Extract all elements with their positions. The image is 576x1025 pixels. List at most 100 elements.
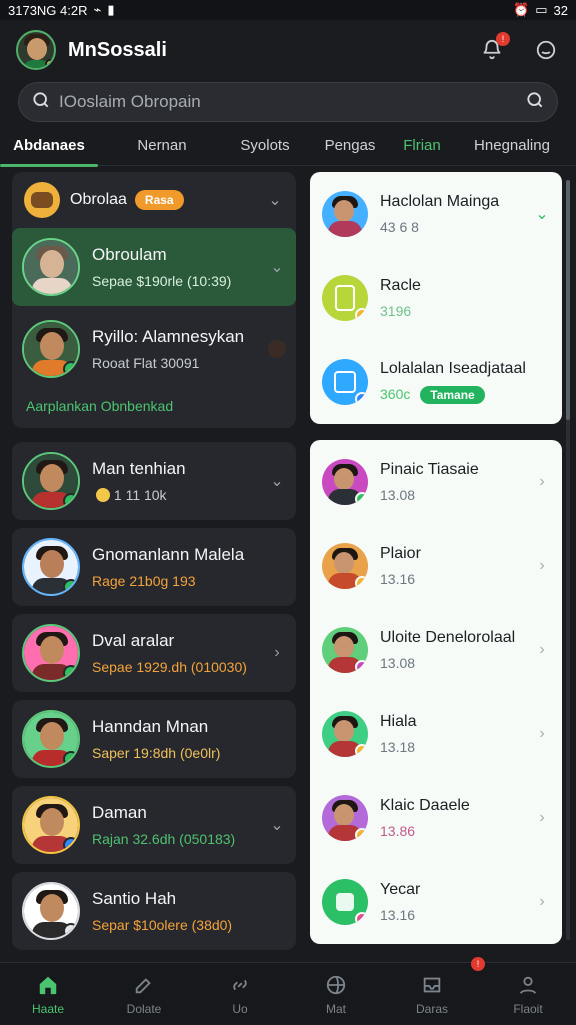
group-header[interactable]: Obrolaa Rasa ⌄ xyxy=(12,172,296,228)
nav-label: Uo xyxy=(232,1001,248,1016)
chevron-right-icon[interactable]: › xyxy=(534,893,550,910)
link-icon xyxy=(227,972,253,998)
nav-home[interactable]: Haate xyxy=(3,963,93,1025)
list-item-title: Pinaic Tiasaie xyxy=(380,461,479,478)
nav-edit[interactable]: Dolate xyxy=(99,963,189,1025)
signal-icon: ▮ xyxy=(107,2,115,17)
list-item-subtitle: Rooat Flat 30091 xyxy=(92,355,200,371)
status-left: 3173NG 4:2R ⌁ ▮ xyxy=(8,2,114,18)
chevron-down-icon[interactable]: ⌄ xyxy=(266,191,284,209)
list-item[interactable]: Hiala 13.18 › xyxy=(310,692,562,776)
nav-messages[interactable]: ! Daras xyxy=(387,956,485,1025)
list-item-text: Hanndan Mnan Saper 19:8dh (0e0lr) xyxy=(92,717,286,761)
list-item-subtitle: 3196 xyxy=(380,303,412,319)
check-icon: ✓ xyxy=(63,493,78,508)
scrollbar[interactable] xyxy=(566,180,570,940)
alarm-icon: ⏰ xyxy=(513,2,530,17)
tabs: Abdanaes Nernan Syolots Pengas Flrian Hn… xyxy=(0,126,576,167)
avatar xyxy=(322,459,368,505)
group-pill: Rasa xyxy=(134,190,184,210)
list-item-title: Plaior xyxy=(380,545,421,562)
app-avatar xyxy=(322,275,368,321)
search-right-icon[interactable] xyxy=(525,90,545,115)
chevron-right-icon[interactable]: › xyxy=(534,473,550,490)
bell-icon[interactable]: ! xyxy=(478,32,510,64)
chevron-right-icon[interactable]: › xyxy=(268,644,286,662)
tab-pengas[interactable]: Pengas xyxy=(304,126,396,166)
list-item-text: Racle 3196 xyxy=(380,277,550,319)
chevron-right-icon[interactable]: › xyxy=(534,809,550,826)
list-item[interactable]: Yecar 13.16 › xyxy=(310,860,562,944)
list-item-subtitle: Separ $10olere (38d0) xyxy=(92,917,233,933)
list-item[interactable]: Klaic Daaele 13.86 › xyxy=(310,776,562,860)
group-title-row: Obrolaa Rasa xyxy=(70,190,266,210)
list-item[interactable]: Racle 3196 xyxy=(310,256,562,340)
list-card: ✓ Gnomanlann Malela Rage 21b0g 193 xyxy=(12,528,296,606)
status-dot xyxy=(355,744,368,757)
top-bar: MnSossali ! xyxy=(0,22,576,78)
list-item[interactable]: Haclolan Mainga 43 6 8 ⌄ xyxy=(310,172,562,256)
status-dot xyxy=(45,59,54,68)
tab-nernan[interactable]: Nernan xyxy=(98,126,226,166)
home-icon xyxy=(35,972,61,998)
tab-syolots[interactable]: Syolots xyxy=(226,126,304,166)
list-item[interactable]: Obroulam Sepae $190rle (10:39) ⌄ xyxy=(12,228,296,306)
list-item-text: Santio Hah Separ $10olere (38d0) xyxy=(92,889,286,933)
chevron-down-icon[interactable]: ⌄ xyxy=(534,206,550,223)
list-item[interactable]: Uloite Denelorolaal 13.08 › xyxy=(310,608,562,692)
search-bar[interactable] xyxy=(18,82,558,122)
chevron-right-icon[interactable]: › xyxy=(534,557,550,574)
chevron-down-icon[interactable]: ⌄ xyxy=(268,258,286,276)
nav-label: Daras xyxy=(415,1001,448,1016)
avatar: ✓ xyxy=(22,320,80,378)
list-item[interactable]: ✓ Daman Rajan 32.6dh (050183) ⌄ xyxy=(12,786,296,864)
tab-hnegnaling[interactable]: Hnegnaling xyxy=(448,126,576,166)
list-item-text: Gnomanlann Malela Rage 21b0g 193 xyxy=(92,545,286,589)
tab-flrian[interactable]: Flrian xyxy=(396,126,448,166)
list-item[interactable]: ✓ Gnomanlann Malela Rage 21b0g 193 xyxy=(12,528,296,606)
nav-label: Flaoit xyxy=(513,1001,543,1016)
avatar: ✓ xyxy=(22,452,80,510)
list-item-title: Ryillo: Alamnesykan xyxy=(92,327,245,346)
list-item-title: Lolalalan Iseadjataal xyxy=(380,360,526,377)
list-item-text: Ryillo: Alamnesykan Rooat Flat 30091 xyxy=(92,327,262,371)
app-avatar xyxy=(322,359,368,405)
status-dot xyxy=(355,912,368,925)
list-item[interactable]: ✓ Ryillo: Alamnesykan Rooat Flat 30091 xyxy=(12,314,296,388)
list-item-text: Haclolan Mainga 43 6 8 xyxy=(380,193,534,235)
list-item-title: Hanndan Mnan xyxy=(92,717,209,736)
status-right: ⏰ ▭ 32 xyxy=(513,2,568,18)
list-item[interactable]: Pinaic Tiasaie 13.08 › xyxy=(310,440,562,524)
profile-icon[interactable] xyxy=(532,36,560,64)
avatar xyxy=(322,543,368,589)
left-list: Obrolaa Rasa ⌄ Obroulam Sepae $190rle (1… xyxy=(12,172,296,958)
chevron-right-icon[interactable]: › xyxy=(534,641,550,658)
emoji-icon xyxy=(96,488,110,502)
nav-middle[interactable]: Uo xyxy=(195,963,285,1025)
list-item-text: Daman Rajan 32.6dh (050183) xyxy=(92,803,268,847)
nav-label: Mat xyxy=(325,1001,346,1016)
chevron-down-icon[interactable]: ⌄ xyxy=(268,816,286,834)
list-item[interactable]: Lolalalan Iseadjataal 360c Tamane xyxy=(310,340,562,424)
search-input[interactable] xyxy=(59,92,525,112)
nav-map[interactable]: Mat xyxy=(291,963,381,1025)
list-item-text: Hiala 13.18 xyxy=(380,713,534,755)
list-card: • Santio Hah Separ $10olere (38d0) xyxy=(12,872,296,950)
right-bottom-card: Pinaic Tiasaie 13.08 › Plaior 13.16 › Ul… xyxy=(310,440,562,944)
right-top-card: Haclolan Mainga 43 6 8 ⌄ Racle 3196 Lola… xyxy=(310,172,562,424)
nav-label: Dolate xyxy=(126,1001,162,1016)
list-item[interactable]: Plaior 13.16 › xyxy=(310,524,562,608)
list-item-text: Dval aralar Sepae 1929.dh (010030) xyxy=(92,631,268,675)
nav-profile[interactable]: Flaoit xyxy=(483,963,573,1025)
scrollbar-thumb[interactable] xyxy=(566,180,570,420)
list-item-title: Yecar xyxy=(380,881,421,898)
tab-abdanaes[interactable]: Abdanaes xyxy=(0,126,98,167)
chevron-right-icon[interactable]: › xyxy=(534,725,550,742)
list-item[interactable]: • Santio Hah Separ $10olere (38d0) xyxy=(12,872,296,950)
list-item[interactable]: ✓ Hanndan Mnan Saper 19:8dh (0e0lr) xyxy=(12,700,296,778)
list-item[interactable]: ✓ Man tenhian 1 11 10k ⌄ xyxy=(12,442,296,520)
list-item-title: Daman xyxy=(92,803,147,822)
avatar[interactable] xyxy=(16,30,56,70)
chevron-down-icon[interactable]: ⌄ xyxy=(268,472,286,490)
list-item[interactable]: ✓ Dval aralar Sepae 1929.dh (010030) › xyxy=(12,614,296,692)
